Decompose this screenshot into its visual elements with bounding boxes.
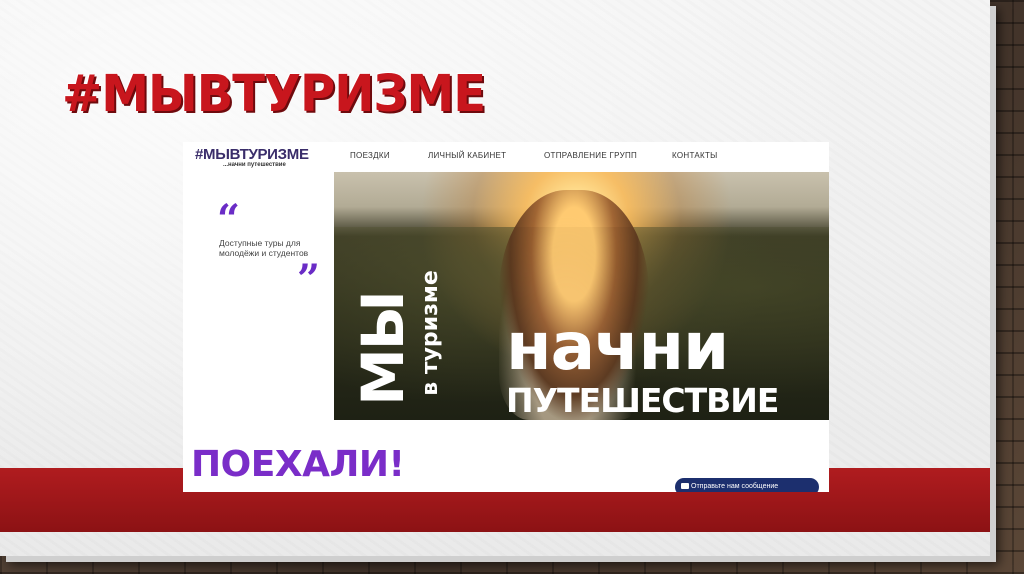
hero-vertical-big: МЫ [348,292,417,406]
nav-item-trips[interactable]: ПОЕЗДКИ [350,151,390,160]
nav-item-contacts[interactable]: КОНТАКТЫ [672,151,718,160]
chat-button-label: Отправьте нам сообщение [691,483,779,490]
quote-close-icon: ” [297,256,321,303]
site-logo[interactable]: #МЫВТУРИЗМЕ [195,146,309,163]
presentation-slide: #МЫВТУРИЗМЕ #МЫВТУРИЗМЕ ...начни путешес… [0,0,990,556]
hero-vertical-small: в туризме [417,270,443,396]
hero-headline: начни [506,308,729,385]
cta-text: ПОЕХАЛИ! [191,444,405,485]
site-tagline: Доступные туры для молодёжи и студентов [219,238,309,258]
site-logo-tagline: ...начни путешествие [223,162,286,168]
slide-title: #МЫВТУРИЗМЕ [62,64,486,124]
chat-button[interactable]: Отправьте нам сообщение [675,478,819,492]
chat-icon [681,483,689,489]
quote-open-icon: “ [217,196,241,243]
site-navbar: #МЫВТУРИЗМЕ ...начни путешествие ПОЕЗДКИ… [183,142,829,172]
website-screenshot: #МЫВТУРИЗМЕ ...начни путешествие ПОЕЗДКИ… [183,142,829,492]
hero-subheadline: ПУТЕШЕСТВИЕ [506,381,779,420]
nav-item-account[interactable]: ЛИЧНЫЙ КАБИНЕТ [428,151,506,160]
nav-item-groups[interactable]: ОТПРАВЛЕНИЕ ГРУПП [544,151,637,160]
hero-vertical-text: МЫ в туризме [334,258,443,418]
